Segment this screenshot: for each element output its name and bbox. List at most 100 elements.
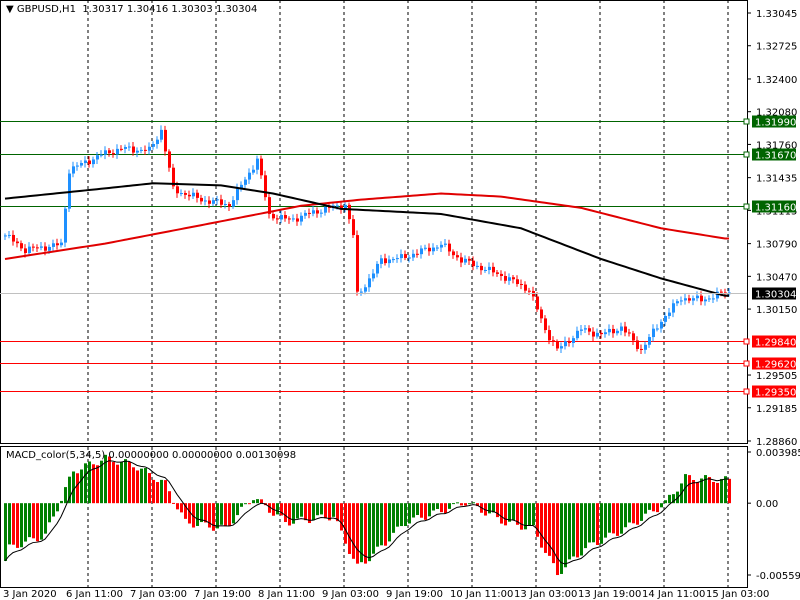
time-label: 10 Jan 11:00 xyxy=(450,589,513,600)
candle-body xyxy=(584,328,587,330)
candle-body xyxy=(376,263,379,274)
macd-bar xyxy=(112,462,115,504)
macd-bar xyxy=(632,503,635,524)
candle-body xyxy=(148,146,151,151)
macd-bar xyxy=(596,503,599,545)
macd-name: MACD_color(5,34,5) xyxy=(6,450,106,461)
candle-body xyxy=(384,258,387,264)
macd-bar xyxy=(260,499,263,504)
candle-body xyxy=(220,199,223,205)
macd-bar xyxy=(228,503,231,527)
macd-bar xyxy=(664,500,667,504)
macd-bar xyxy=(384,503,387,546)
candle-body xyxy=(52,243,55,247)
candle-body xyxy=(304,212,307,216)
macd-bar xyxy=(568,503,571,560)
macd-bar xyxy=(44,503,47,534)
macd-bar xyxy=(464,503,467,506)
macd-bar xyxy=(12,503,15,545)
candle-body xyxy=(712,298,715,300)
macd-bar xyxy=(76,473,79,504)
candle-body xyxy=(528,290,531,292)
candle-body xyxy=(188,194,191,197)
candle-body xyxy=(56,243,59,246)
macd-bar xyxy=(80,469,83,504)
candle-body xyxy=(24,248,27,253)
candle-body xyxy=(112,153,115,155)
time-label: 7 Jan 19:00 xyxy=(194,589,251,600)
candle-body xyxy=(572,338,575,343)
price-chart[interactable]: 3 Jan 2020 6 Jan 11:00 7 Jan 03:00 7 Jan 19… xyxy=(0,0,800,600)
candle-body xyxy=(312,210,315,214)
macd-bar xyxy=(592,503,595,543)
macd-bar xyxy=(424,503,427,520)
candle-body xyxy=(440,244,443,248)
macd-bar xyxy=(448,503,451,509)
candle-body xyxy=(676,301,679,304)
macd-bar xyxy=(204,503,207,523)
low: 1.30303 xyxy=(171,4,213,15)
macd-bar xyxy=(668,494,671,504)
macd-bar xyxy=(124,459,127,504)
candle-body xyxy=(120,148,123,150)
candle-body xyxy=(320,212,323,214)
price-tick-label: 1.33045 xyxy=(756,9,797,20)
macd-bar xyxy=(700,478,703,504)
level-handle xyxy=(743,360,750,367)
macd-bar xyxy=(84,463,87,504)
candle-body xyxy=(104,150,107,155)
macd-bar xyxy=(292,503,295,524)
macd-bar xyxy=(620,503,623,534)
candle-body xyxy=(368,278,371,288)
candle-body xyxy=(580,329,583,331)
macd-bar xyxy=(440,503,443,513)
candle-body xyxy=(432,247,435,252)
candle-body xyxy=(488,266,491,270)
candle-body xyxy=(276,218,279,220)
price-tick-label: 1.28860 xyxy=(756,437,797,448)
candle-body xyxy=(124,146,127,149)
macd-v2: 0.00000000 xyxy=(172,450,233,461)
candle-body xyxy=(388,259,391,264)
macd-bar xyxy=(164,480,167,504)
macd-bar xyxy=(656,503,659,513)
candle-body xyxy=(524,284,527,291)
macd-bar xyxy=(180,503,183,513)
level-handle xyxy=(743,388,750,395)
candle-body xyxy=(44,246,47,251)
candle-body xyxy=(600,332,603,335)
macd-bar xyxy=(48,503,51,523)
macd-bar xyxy=(64,487,67,504)
macd-bar xyxy=(556,503,559,576)
price-tick-label: 1.29185 xyxy=(756,404,797,415)
macd-bar xyxy=(144,468,147,504)
candle-body xyxy=(32,246,35,248)
candle-body xyxy=(436,247,439,249)
macd-bar xyxy=(4,503,7,561)
candle-body xyxy=(628,332,631,334)
macd-bar xyxy=(368,503,371,562)
time-label: 7 Jan 03:00 xyxy=(130,589,187,600)
candle-body xyxy=(164,129,167,152)
macd-bar xyxy=(328,503,331,521)
candle-body xyxy=(36,247,39,249)
candle-body xyxy=(632,333,635,341)
candle-body xyxy=(392,259,395,261)
macd-bar xyxy=(600,503,603,544)
candle-body xyxy=(496,272,499,274)
macd-bar xyxy=(120,461,123,504)
candle-body xyxy=(696,295,699,299)
macd-bar xyxy=(296,503,299,519)
macd-bar xyxy=(276,503,279,515)
candle-body xyxy=(492,266,495,273)
candle-body xyxy=(556,341,559,349)
macd-bar xyxy=(196,503,199,526)
candle-body xyxy=(236,188,239,201)
macd-bar xyxy=(544,503,547,553)
macd-bar xyxy=(100,460,103,504)
candle-body xyxy=(576,330,579,339)
candle-body xyxy=(180,193,183,195)
level-handle xyxy=(743,151,750,158)
candle-body xyxy=(616,330,619,334)
candle-body xyxy=(656,328,659,330)
